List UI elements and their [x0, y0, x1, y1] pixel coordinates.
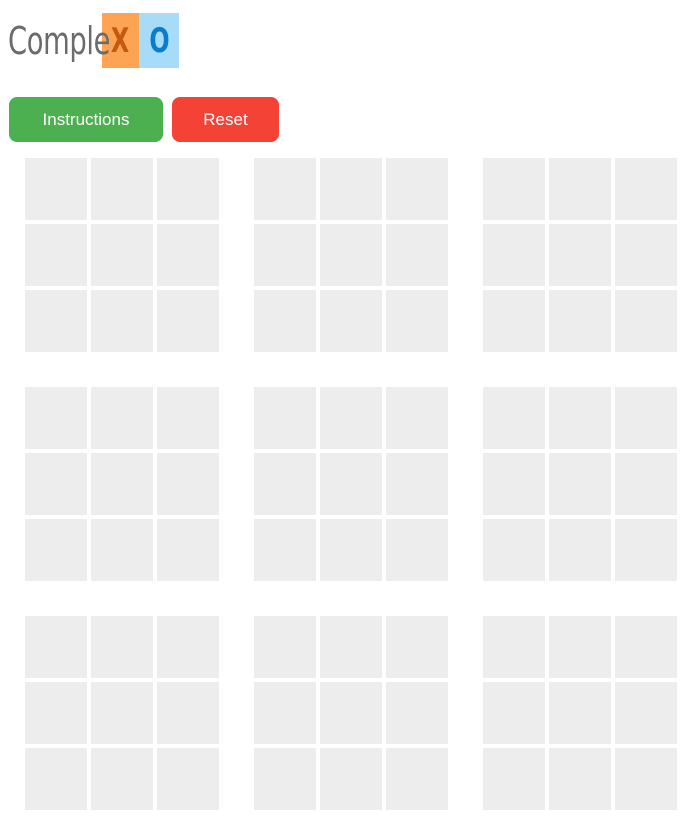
logo-o-box: O — [139, 13, 179, 68]
board-cell[interactable] — [157, 224, 219, 286]
board-cell[interactable] — [549, 519, 611, 581]
board-cell[interactable] — [254, 519, 316, 581]
board-cell[interactable] — [615, 519, 677, 581]
board-cell[interactable] — [483, 224, 545, 286]
board-cell[interactable] — [549, 453, 611, 515]
board-cell[interactable] — [25, 616, 87, 678]
board-cell[interactable] — [615, 682, 677, 744]
board-cell[interactable] — [549, 290, 611, 352]
board-cell[interactable] — [157, 290, 219, 352]
board-cell[interactable] — [157, 158, 219, 220]
board-cell[interactable] — [254, 453, 316, 515]
board-cell[interactable] — [483, 748, 545, 810]
board-cell[interactable] — [25, 224, 87, 286]
board-cell[interactable] — [549, 224, 611, 286]
board-cell[interactable] — [25, 158, 87, 220]
board-cell[interactable] — [91, 224, 153, 286]
board-cell[interactable] — [386, 682, 448, 744]
board-cell[interactable] — [549, 387, 611, 449]
board-cell[interactable] — [25, 290, 87, 352]
board-cell[interactable] — [25, 387, 87, 449]
board-cell[interactable] — [386, 748, 448, 810]
board-cell[interactable] — [386, 616, 448, 678]
board-cell[interactable] — [157, 748, 219, 810]
board-2 — [254, 158, 448, 353]
logo-o-letter: O — [148, 20, 170, 61]
board-cell[interactable] — [386, 224, 448, 286]
board-cell[interactable] — [320, 748, 382, 810]
board-cell[interactable] — [320, 290, 382, 352]
board-cell[interactable] — [549, 748, 611, 810]
board-cell[interactable] — [157, 453, 219, 515]
instructions-button[interactable]: Instructions — [9, 97, 163, 142]
board-cell[interactable] — [386, 519, 448, 581]
board-cell[interactable] — [615, 224, 677, 286]
board-9 — [483, 616, 677, 811]
board-cell[interactable] — [91, 387, 153, 449]
board-cell[interactable] — [483, 158, 545, 220]
board-cell[interactable] — [549, 158, 611, 220]
board-cell[interactable] — [320, 453, 382, 515]
board-cell[interactable] — [254, 616, 316, 678]
board-cell[interactable] — [386, 453, 448, 515]
board-cell[interactable] — [254, 224, 316, 286]
board-cell[interactable] — [254, 748, 316, 810]
board-6 — [483, 387, 677, 582]
reset-button[interactable]: Reset — [172, 97, 279, 142]
board-cell[interactable] — [25, 682, 87, 744]
board-cell[interactable] — [386, 387, 448, 449]
board-cell[interactable] — [157, 519, 219, 581]
board-cell[interactable] — [615, 290, 677, 352]
board-cell[interactable] — [320, 387, 382, 449]
board-cell[interactable] — [25, 519, 87, 581]
logo-x-letter: X — [111, 20, 130, 61]
board-4 — [25, 387, 219, 582]
board-cell[interactable] — [483, 616, 545, 678]
board-cell[interactable] — [91, 453, 153, 515]
board-cell[interactable] — [615, 387, 677, 449]
board-cell[interactable] — [320, 682, 382, 744]
board-cell[interactable] — [254, 290, 316, 352]
board-cell[interactable] — [320, 616, 382, 678]
board-cell[interactable] — [483, 290, 545, 352]
board-cell[interactable] — [157, 387, 219, 449]
board-cell[interactable] — [549, 682, 611, 744]
board-cell[interactable] — [25, 453, 87, 515]
board-cell[interactable] — [615, 158, 677, 220]
logo: Comple X O — [8, 13, 179, 68]
board-cell[interactable] — [157, 682, 219, 744]
board-cell[interactable] — [615, 453, 677, 515]
board-cell[interactable] — [320, 519, 382, 581]
board-5 — [254, 387, 448, 582]
board-cell[interactable] — [91, 158, 153, 220]
board-cell[interactable] — [483, 453, 545, 515]
board-cell[interactable] — [91, 748, 153, 810]
board-cell[interactable] — [254, 682, 316, 744]
board-cell[interactable] — [483, 387, 545, 449]
board-cell[interactable] — [254, 158, 316, 220]
board-8 — [254, 616, 448, 811]
board-cell[interactable] — [483, 682, 545, 744]
board-cell[interactable] — [157, 616, 219, 678]
board-cell[interactable] — [615, 616, 677, 678]
logo-text: Comple — [8, 18, 111, 63]
board-cell[interactable] — [483, 519, 545, 581]
board-cell[interactable] — [91, 519, 153, 581]
board-1 — [25, 158, 219, 353]
board-cell[interactable] — [91, 290, 153, 352]
board-cell[interactable] — [25, 748, 87, 810]
board-cell[interactable] — [615, 748, 677, 810]
board-cell[interactable] — [91, 616, 153, 678]
board-cell[interactable] — [386, 158, 448, 220]
board-cell[interactable] — [320, 224, 382, 286]
board-3 — [483, 158, 677, 353]
board-cell[interactable] — [320, 158, 382, 220]
board-7 — [25, 616, 219, 811]
board-cell[interactable] — [549, 616, 611, 678]
board-cell[interactable] — [386, 290, 448, 352]
board-cell[interactable] — [91, 682, 153, 744]
board-cell[interactable] — [254, 387, 316, 449]
